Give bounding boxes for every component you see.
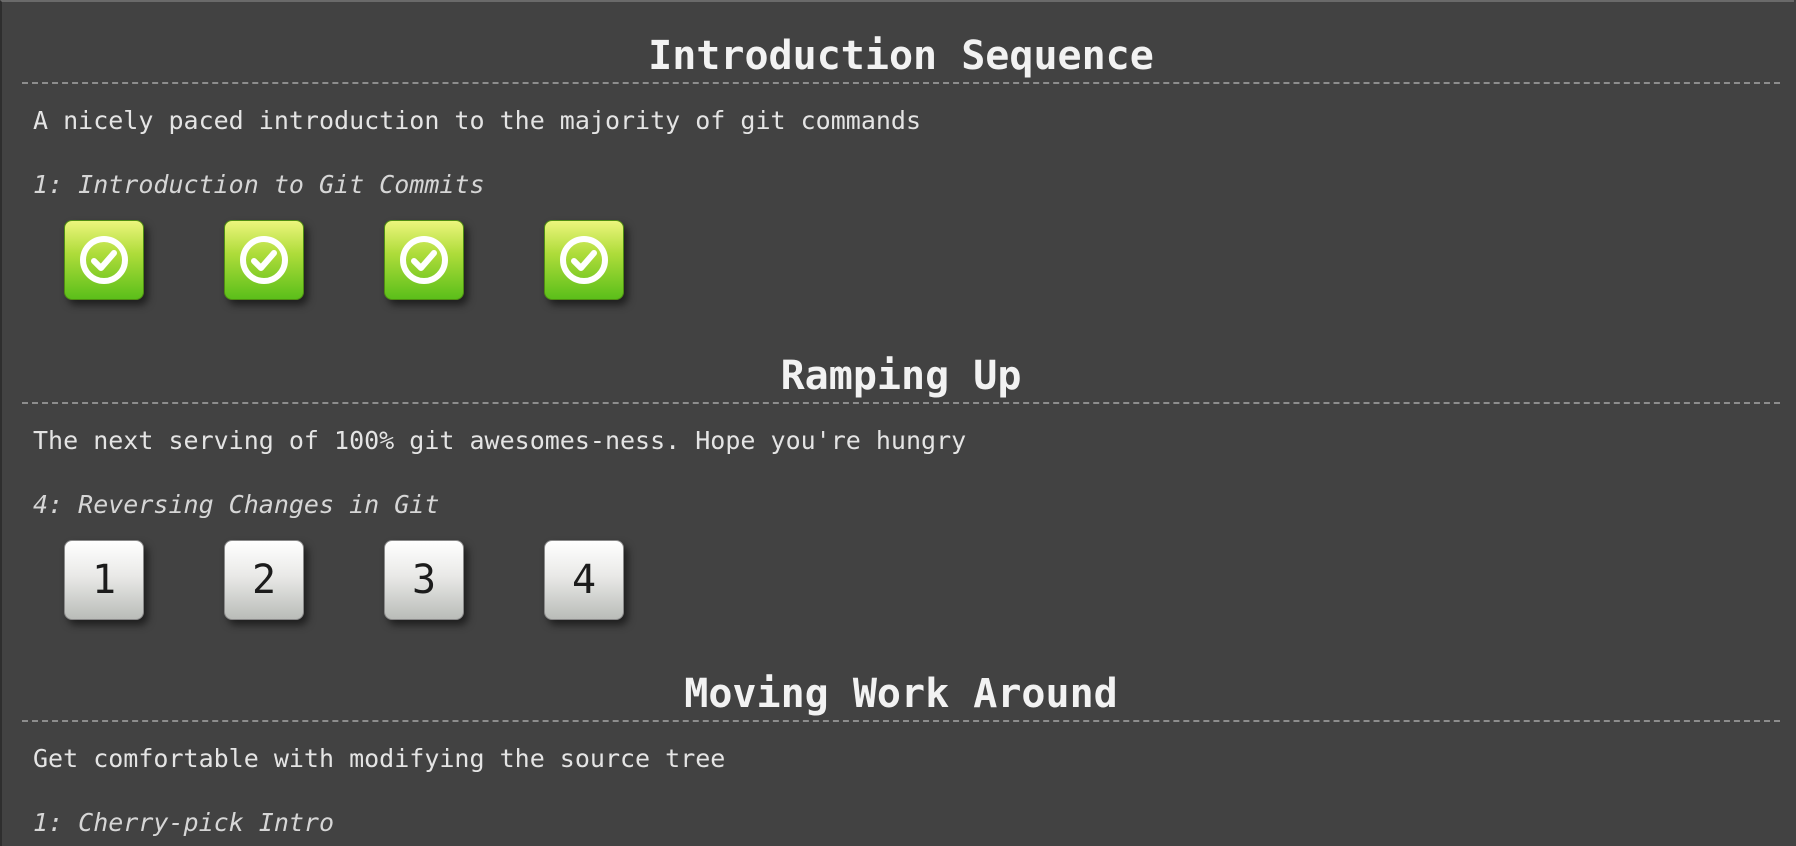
sequence-title: Moving Work Around [684, 671, 1118, 717]
current-level-label: 1: Introduction to Git Commits [33, 170, 485, 199]
sequence-moving-work-around: Moving Work Around Get comfortable with … [22, 670, 1780, 846]
check-circle-icon [80, 236, 128, 284]
level-button-1[interactable]: 1 [64, 540, 144, 620]
sequence-ramping-up: Ramping Up The next serving of 100% git … [22, 352, 1780, 642]
level-button-4[interactable] [544, 220, 624, 300]
level-button-2[interactable]: 2 [224, 540, 304, 620]
level-selection-view: Introduction Sequence A nicely paced int… [0, 0, 1794, 846]
current-level-label: 4: Reversing Changes in Git [33, 490, 440, 519]
sequence-description: The next serving of 100% git awesomes-ne… [33, 426, 967, 455]
check-circle-icon [400, 236, 448, 284]
level-button-3[interactable]: 3 [384, 540, 464, 620]
sequence-title: Ramping Up [780, 353, 1022, 399]
sequence-description: A nicely paced introduction to the major… [33, 106, 922, 135]
level-button-3[interactable] [384, 220, 464, 300]
sequence-description: Get comfortable with modifying the sourc… [33, 744, 726, 773]
sequence-divider [22, 82, 1780, 84]
level-button-4[interactable]: 4 [544, 540, 624, 620]
check-circle-icon [240, 236, 288, 284]
sequence-introduction: Introduction Sequence A nicely paced int… [22, 32, 1780, 322]
sequence-divider [22, 402, 1780, 404]
check-circle-icon [560, 236, 608, 284]
sequence-title: Introduction Sequence [648, 33, 1154, 79]
current-level-label: 1: Cherry-pick Intro [33, 808, 335, 837]
level-button-1[interactable] [64, 220, 144, 300]
sequence-divider [22, 720, 1780, 722]
level-button-2[interactable] [224, 220, 304, 300]
